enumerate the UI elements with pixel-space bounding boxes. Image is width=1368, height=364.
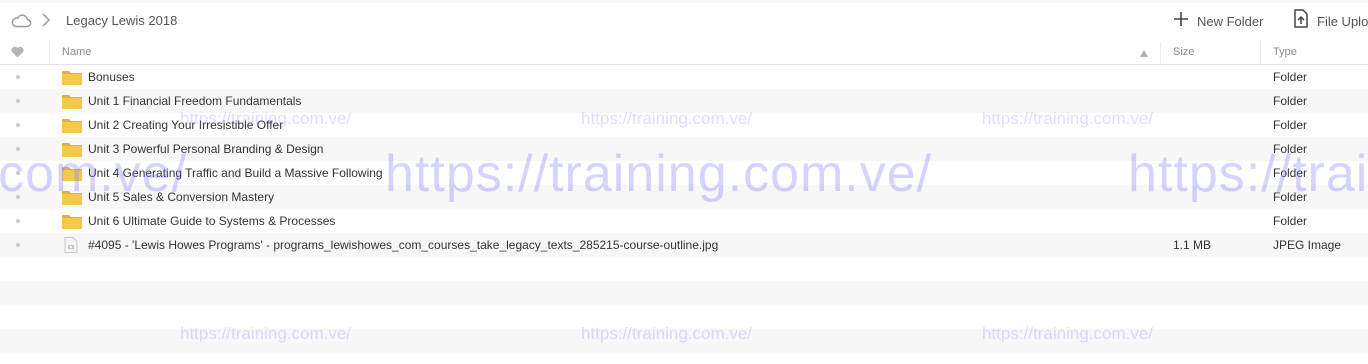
row-name[interactable]: #4095 - 'Lewis Howes Programs' - program… [88,238,718,252]
column-header-type[interactable]: Type [1273,46,1297,58]
column-divider[interactable] [1260,42,1261,64]
new-folder-label: New Folder [1197,13,1264,29]
row-type: Folder [1273,118,1308,132]
empty-row [0,257,1368,281]
folder-icon [62,213,82,229]
plus-icon [1173,11,1189,32]
folder-icon [62,69,82,85]
new-folder-button[interactable]: New Folder [1173,11,1263,31]
favorite-toggle[interactable] [16,99,20,103]
favorite-toggle[interactable] [16,123,20,127]
empty-row [0,281,1368,305]
row-name[interactable]: Unit 5 Sales & Conversion Mastery [88,190,274,204]
row-type: JPEG Image [1273,238,1342,252]
row-type: Folder [1273,190,1308,204]
empty-row [0,305,1368,329]
favorite-toggle[interactable] [16,147,20,151]
folder-icon [62,141,82,157]
table-row[interactable]: Bonuses Folder [0,65,1368,89]
top-bar: Legacy Lewis 2018 New Folder File Uplo [0,0,1368,43]
chevron-right-icon [41,13,51,27]
row-type: Folder [1273,142,1308,156]
row-name[interactable]: Unit 4 Generating Traffic and Build a Ma… [88,166,383,180]
row-name[interactable]: Unit 2 Creating Your Irresistible Offer [88,118,283,132]
sort-ascending-icon[interactable] [1140,48,1148,57]
folder-icon [62,117,82,133]
file-list: Bonuses Folder Unit 1 Financial Freedom … [0,65,1368,353]
row-name[interactable]: Bonuses [88,70,135,84]
row-name[interactable]: Unit 6 Ultimate Guide to Systems & Proce… [88,214,335,228]
table-row[interactable]: Unit 1 Financial Freedom Fundamentals Fo… [0,89,1368,113]
row-type: Folder [1273,70,1308,84]
favorite-toggle[interactable] [16,219,20,223]
row-size: 1.1 MB [1173,238,1212,252]
top-strip [0,0,1368,3]
row-type: Folder [1273,214,1308,228]
heart-icon[interactable] [11,46,24,58]
favorite-toggle[interactable] [16,243,20,247]
file-upload-icon [1293,9,1309,33]
row-name[interactable]: Unit 3 Powerful Personal Branding & Desi… [88,142,323,156]
favorite-toggle[interactable] [16,195,20,199]
image-file-icon [64,237,78,253]
folder-icon [62,189,82,205]
table-row[interactable]: Unit 6 Ultimate Guide to Systems & Proce… [0,209,1368,233]
cloud-icon[interactable] [10,12,32,28]
table-row[interactable]: Unit 3 Powerful Personal Branding & Desi… [0,137,1368,161]
file-upload-label: File Uplo [1317,13,1368,29]
favorite-toggle[interactable] [16,171,20,175]
file-upload-button[interactable]: File Uplo [1293,9,1368,33]
folder-icon [62,165,82,181]
favorite-toggle[interactable] [16,75,20,79]
table-row[interactable]: Unit 5 Sales & Conversion Mastery Folder [0,185,1368,209]
table-row[interactable]: #4095 - 'Lewis Howes Programs' - program… [0,233,1368,257]
column-header-size[interactable]: Size [1173,46,1194,58]
column-divider[interactable] [49,42,50,64]
table-row[interactable]: Unit 4 Generating Traffic and Build a Ma… [0,161,1368,185]
folder-icon [62,93,82,109]
column-divider[interactable] [1160,42,1161,64]
row-name[interactable]: Unit 1 Financial Freedom Fundamentals [88,94,301,108]
row-type: Folder [1273,166,1308,180]
table-header: Name Size Type [0,42,1368,65]
empty-row [0,329,1368,353]
breadcrumb-current[interactable]: Legacy Lewis 2018 [66,13,177,28]
table-row[interactable]: Unit 2 Creating Your Irresistible Offer … [0,113,1368,137]
column-header-name[interactable]: Name [62,46,91,58]
row-type: Folder [1273,94,1308,108]
